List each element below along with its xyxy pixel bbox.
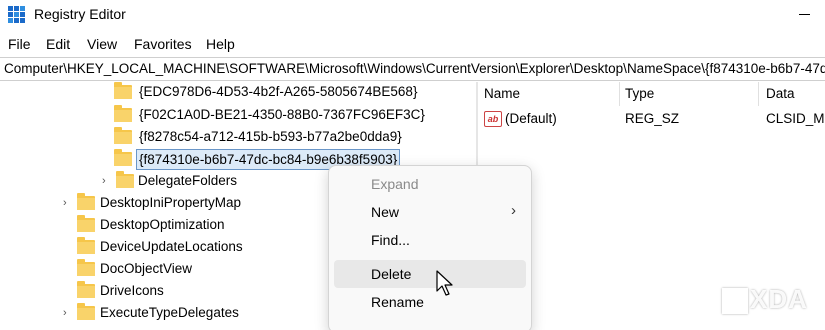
menu-edit[interactable]: Edit [46, 36, 70, 52]
folder-icon [114, 105, 132, 122]
column-divider[interactable] [619, 82, 620, 106]
column-divider[interactable] [758, 82, 759, 106]
chevron-right-icon[interactable]: › [63, 307, 67, 319]
tree-item-label: {f8278c54-a712-415b-b593-b77a2be0dda9} [139, 129, 402, 144]
registry-editor-icon [8, 6, 25, 23]
window-title: Registry Editor [34, 6, 126, 22]
tree-item-label: {EDC978D6-4D53-4b2f-A265-5805674BE568} [139, 84, 418, 99]
menu-item-label: Expand [371, 176, 419, 192]
tree-item-label: DesktopOptimization [100, 217, 225, 232]
folder-icon [77, 259, 95, 276]
menu-view[interactable]: View [87, 36, 117, 52]
tree-item-label: DelegateFolders [138, 173, 238, 188]
value-name: (Default) [505, 111, 557, 126]
value-data: CLSID_M [766, 111, 825, 126]
column-header-data[interactable]: Data [766, 86, 795, 101]
menu-item-delete[interactable]: Delete [334, 260, 526, 288]
tree-item-label: ExecuteTypeDelegates [100, 305, 239, 320]
menu-item-expand: Expand [334, 170, 526, 198]
menu-file[interactable]: File [8, 36, 31, 52]
tree-item-label: DriveIcons [100, 283, 164, 298]
value-type: REG_SZ [625, 111, 680, 126]
tree-item-label: DeviceUpdateLocations [100, 239, 243, 254]
title-bar: Registry Editor [0, 0, 825, 30]
chevron-right-icon[interactable]: › [63, 197, 67, 209]
menu-help[interactable]: Help [206, 36, 235, 52]
folder-icon [114, 127, 132, 144]
address-bar[interactable]: Computer\HKEY_LOCAL_MACHINE\SOFTWARE\Mic… [0, 57, 825, 81]
column-header-name[interactable]: Name [484, 86, 520, 101]
column-header-type[interactable]: Type [625, 86, 654, 101]
tree-item-label: {F02C1A0D-BE21-4350-88B0-7367FC96EF3C} [139, 107, 425, 122]
tree-item-label: DesktopIniPropertyMap [100, 195, 242, 210]
folder-icon [77, 237, 95, 254]
menu-bar: File Edit View Favorites Help [0, 32, 825, 56]
menu-favorites[interactable]: Favorites [134, 36, 192, 52]
folder-icon [116, 171, 134, 188]
watermark-text: XDA [750, 284, 808, 314]
folder-icon [77, 193, 95, 210]
xda-logo-icon [722, 288, 748, 314]
menu-item-label: New [371, 204, 400, 220]
chevron-right-icon: › [511, 202, 516, 219]
menu-item-rename[interactable]: Rename [334, 288, 526, 316]
context-menu: Expand New › Find... Delete Rename [328, 165, 532, 330]
folder-icon [77, 281, 95, 298]
folder-icon [114, 149, 132, 166]
folder-icon [114, 82, 132, 99]
mouse-pointer-icon [436, 270, 453, 296]
menu-item-label: Rename [371, 294, 424, 310]
chevron-right-icon[interactable]: › [102, 175, 106, 187]
string-value-icon: ab [484, 111, 502, 127]
menu-item-new[interactable]: New › [334, 198, 526, 226]
menu-item-label: Find... [371, 232, 410, 248]
address-path: Computer\HKEY_LOCAL_MACHINE\SOFTWARE\Mic… [4, 61, 825, 76]
folder-icon [77, 215, 95, 232]
menu-item-label: Delete [371, 266, 412, 282]
folder-icon [77, 303, 95, 320]
tree-item-label: DocObjectView [100, 261, 193, 276]
value-row[interactable]: ab (Default) REG_SZ CLSID_M [478, 109, 825, 131]
minimize-button[interactable] [779, 0, 825, 30]
menu-item-find[interactable]: Find... [334, 226, 526, 254]
xda-watermark: XDA [722, 278, 818, 322]
